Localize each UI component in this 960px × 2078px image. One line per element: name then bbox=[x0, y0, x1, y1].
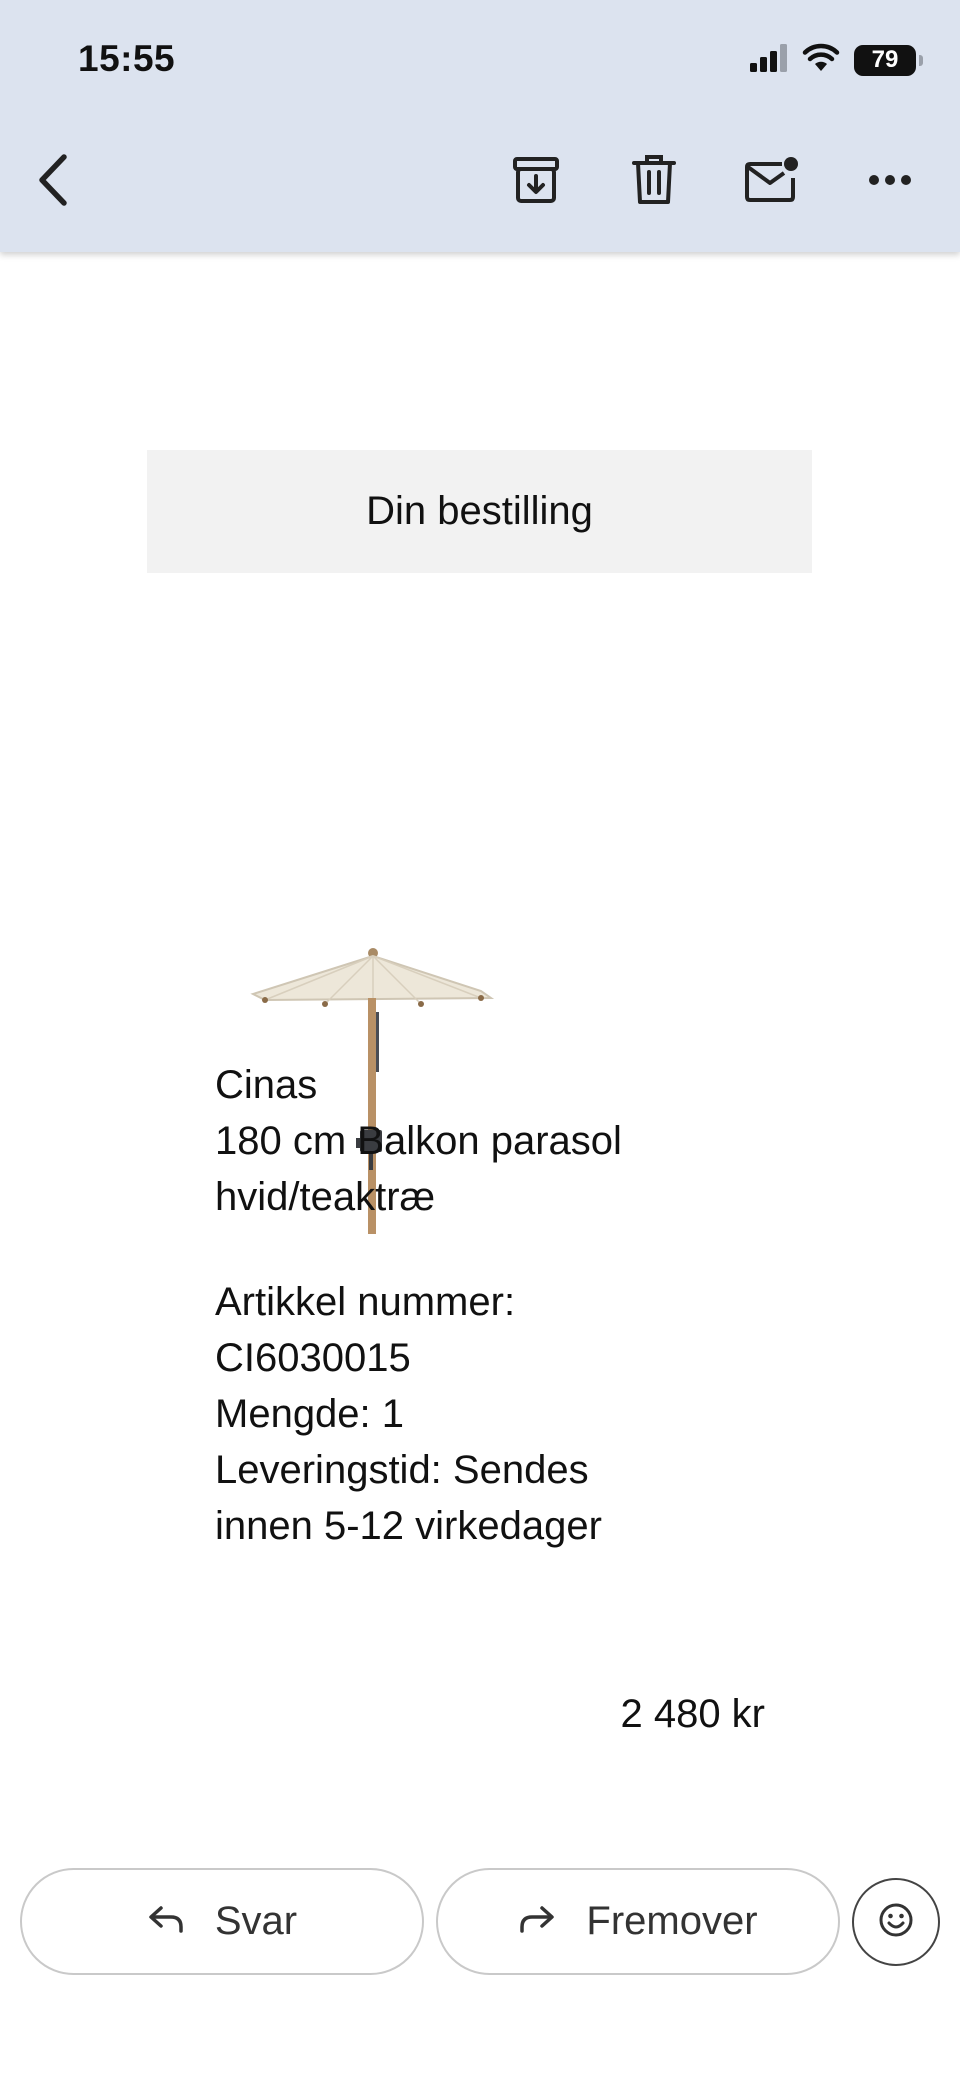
top-app-bar: 15:55 79 bbox=[0, 0, 960, 252]
battery-level: 79 bbox=[871, 46, 899, 73]
mark-unread-button[interactable] bbox=[736, 146, 808, 218]
trash-icon bbox=[631, 154, 677, 211]
archive-icon bbox=[512, 155, 560, 210]
forward-button[interactable]: Fremover bbox=[436, 1868, 840, 1975]
delivery-time: Leveringstid: Sendes bbox=[215, 1448, 589, 1492]
smiley-icon bbox=[878, 1902, 914, 1943]
article-number-label: Artikkel nummer: bbox=[215, 1280, 516, 1324]
archive-button[interactable] bbox=[500, 146, 572, 218]
wifi-icon bbox=[802, 43, 840, 78]
product-brand: Cinas bbox=[215, 1063, 318, 1107]
order-banner-title: Din bestilling bbox=[366, 489, 593, 533]
status-time: 15:55 bbox=[78, 38, 176, 79]
more-options-icon bbox=[868, 173, 912, 191]
mark-unread-icon bbox=[744, 156, 800, 209]
product-price: 2 480 kr bbox=[620, 1692, 765, 1736]
product-description: Cinas 180 cm Balkon parasol hvid/teaktræ bbox=[215, 1057, 622, 1225]
order-banner: Din bestilling bbox=[147, 450, 812, 573]
emoji-reaction-button[interactable] bbox=[852, 1878, 940, 1966]
battery-icon: 79 bbox=[854, 44, 923, 76]
forward-label: Fremover bbox=[586, 1899, 758, 1943]
back-button[interactable] bbox=[18, 146, 90, 218]
reply-arrow-icon bbox=[147, 1899, 185, 1944]
reply-button[interactable]: Svar bbox=[20, 1868, 424, 1975]
article-number: CI6030015 bbox=[215, 1336, 411, 1380]
cellular-signal-icon bbox=[750, 43, 788, 77]
quantity: Mengde: 1 bbox=[215, 1392, 405, 1436]
product-variant: hvid/teaktræ bbox=[215, 1175, 436, 1219]
status-icons: 79 bbox=[750, 40, 923, 80]
delete-button[interactable] bbox=[618, 146, 690, 218]
forward-arrow-icon bbox=[518, 1899, 556, 1944]
delivery-time-continued: innen 5-12 virkedager bbox=[215, 1504, 602, 1548]
more-options-button[interactable] bbox=[854, 146, 926, 218]
back-arrow-icon bbox=[34, 153, 74, 212]
reply-label: Svar bbox=[214, 1899, 298, 1943]
product-details: Artikkel nummer: CI6030015 Mengde: 1 Lev… bbox=[215, 1274, 602, 1554]
product-name: 180 cm Balkon parasol bbox=[215, 1119, 622, 1163]
